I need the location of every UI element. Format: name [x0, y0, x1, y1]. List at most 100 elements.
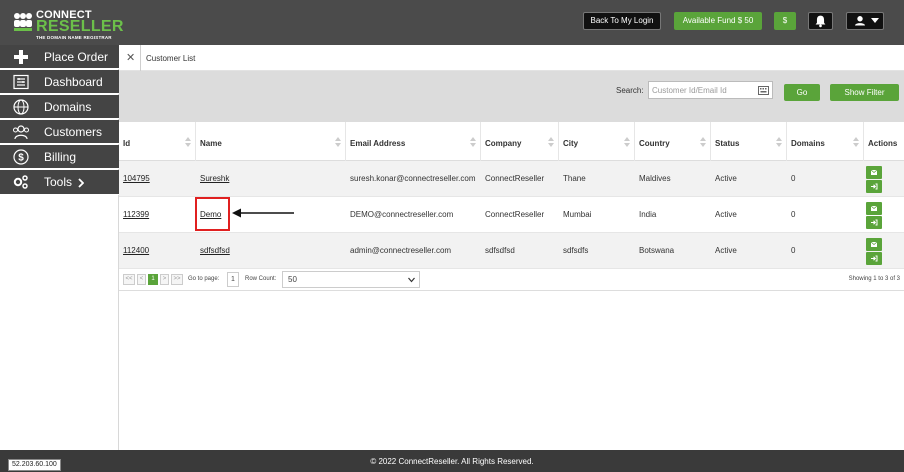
chevron-down-icon [408, 277, 415, 283]
login-as-customer-button[interactable] [866, 252, 882, 265]
search-field[interactable] [648, 81, 773, 99]
goto-page-label: Go to page: [188, 276, 220, 282]
customer-company: ConnectReseller [485, 210, 545, 219]
sort-icon [470, 137, 476, 147]
available-fund-button[interactable]: Available Fund $ 50 [674, 12, 762, 30]
sidebar-item-customers[interactable]: Customers [0, 120, 119, 144]
customer-status: Active [715, 174, 737, 183]
search-label: Search: [616, 86, 644, 95]
column-header-name[interactable]: Name [196, 122, 346, 161]
column-header-email[interactable]: Email Address [346, 122, 481, 161]
table-row: 104795 Sureshk suresh.konar@connectresel… [119, 161, 904, 197]
customer-domains: 0 [791, 246, 796, 255]
sidebar-item-place-order[interactable]: Place Order [0, 45, 119, 69]
prev-page-button[interactable]: < [137, 274, 146, 285]
sidebar-item-label: Tools [44, 175, 73, 189]
customer-id-link[interactable]: 104795 [123, 174, 150, 183]
envelope-icon [870, 169, 878, 175]
available-fund-label: Available Fund [682, 16, 736, 25]
filter-bar: Search: Go Show Filter [119, 71, 904, 122]
go-button[interactable]: Go [784, 84, 820, 101]
caret-down-icon [871, 18, 879, 23]
sidebar-item-billing[interactable]: $ Billing [0, 145, 119, 169]
sign-in-icon [871, 183, 878, 190]
sidebar: Place Order Dashboard Domains Customers … [0, 45, 119, 450]
back-to-my-login-button[interactable]: Back To My Login [583, 12, 661, 30]
customer-city: Thane [563, 174, 586, 183]
column-header-country[interactable]: Country [635, 122, 711, 161]
user-menu-button[interactable] [846, 12, 884, 30]
pagination-bar: << < 1 > >> Go to page: 1 Row Count: 50 … [119, 269, 904, 291]
column-header-company[interactable]: Company [481, 122, 559, 161]
tab-customer-list[interactable]: Customer List [146, 54, 195, 63]
goto-page-input[interactable]: 1 [227, 272, 239, 287]
current-page-button[interactable]: 1 [148, 274, 158, 285]
sign-in-icon [871, 255, 878, 262]
customer-email: admin@connectreseller.com [350, 246, 452, 255]
showing-records-text: Showing 1 to 3 of 3 [848, 276, 900, 282]
plus-icon [14, 50, 28, 64]
row-count-label: Row Count: [245, 276, 277, 282]
users-icon [13, 125, 29, 140]
envelope-icon [870, 205, 878, 211]
brand-line2: RESELLER [36, 18, 124, 35]
user-icon [855, 16, 865, 26]
sidebar-item-domains[interactable]: Domains [0, 95, 119, 119]
footer: © 2022 ConnectReseller. All Rights Reser… [0, 450, 904, 472]
sidebar-item-label: Dashboard [44, 75, 103, 89]
customer-status: Active [715, 246, 737, 255]
sort-icon [624, 137, 630, 147]
customer-country: India [639, 210, 657, 219]
column-header-domains[interactable]: Domains [787, 122, 864, 161]
customer-country: Maldives [639, 174, 671, 183]
last-page-button[interactable]: >> [171, 274, 183, 285]
customer-status: Active [715, 210, 737, 219]
email-customer-button[interactable] [866, 202, 882, 215]
bell-icon [815, 15, 826, 28]
available-fund-amount: $ 50 [737, 16, 754, 25]
login-as-customer-button[interactable] [866, 180, 882, 193]
sidebar-item-label: Customers [44, 125, 103, 139]
gears-icon [13, 175, 28, 189]
row-count-select[interactable]: 50 [282, 271, 420, 288]
customer-company: ConnectReseller [485, 174, 545, 183]
customer-domains: 0 [791, 174, 796, 183]
sign-in-icon [871, 219, 878, 226]
column-header-status[interactable]: Status [711, 122, 787, 161]
notifications-button[interactable] [808, 12, 833, 30]
svg-text:$: $ [18, 153, 24, 164]
copyright-text: © 2022 ConnectReseller. All Rights Reser… [370, 457, 534, 466]
column-header-city[interactable]: City [559, 122, 635, 161]
customer-email: DEMO@connectreseller.com [350, 210, 454, 219]
keyboard-icon[interactable] [758, 86, 769, 95]
tab-close-button[interactable]: ✕ [126, 51, 135, 64]
email-customer-button[interactable] [866, 166, 882, 179]
sort-icon [185, 137, 191, 147]
email-customer-button[interactable] [866, 238, 882, 251]
first-page-button[interactable]: << [123, 274, 135, 285]
customer-name-link[interactable]: sdfsdfsd [200, 246, 230, 255]
next-page-button[interactable]: > [160, 274, 169, 285]
customer-name-link[interactable]: Sureshk [200, 174, 229, 183]
add-funds-button[interactable]: $ [774, 12, 796, 30]
sort-icon [853, 137, 859, 147]
customer-city: sdfsdfs [563, 246, 589, 255]
customer-id-link[interactable]: 112399 [123, 210, 149, 219]
dashboard-icon [13, 74, 29, 90]
sort-icon [548, 137, 554, 147]
top-bar: CONNECT RESELLER THE DOMAIN NAME REGISTR… [0, 0, 904, 45]
customer-id-link[interactable]: 112400 [123, 246, 149, 255]
search-input[interactable] [652, 84, 752, 97]
sidebar-item-dashboard[interactable]: Dashboard [0, 70, 119, 94]
brand-logo[interactable]: CONNECT RESELLER THE DOMAIN NAME REGISTR… [12, 9, 124, 40]
sidebar-item-tools[interactable]: Tools [0, 170, 119, 195]
table-row: 112400 sdfsdfsd admin@connectreseller.co… [119, 233, 904, 269]
customer-company: sdfsdfsd [485, 246, 515, 255]
column-header-id[interactable]: Id [119, 122, 196, 161]
login-as-customer-button[interactable] [866, 216, 882, 229]
customer-email: suresh.konar@connectreseller.com [350, 174, 476, 183]
show-filter-button[interactable]: Show Filter [830, 84, 899, 101]
column-header-actions: Actions [868, 139, 898, 148]
arrow-annotation-icon [232, 208, 294, 218]
table-header: Id Name Email Address Company City Count… [119, 122, 904, 161]
